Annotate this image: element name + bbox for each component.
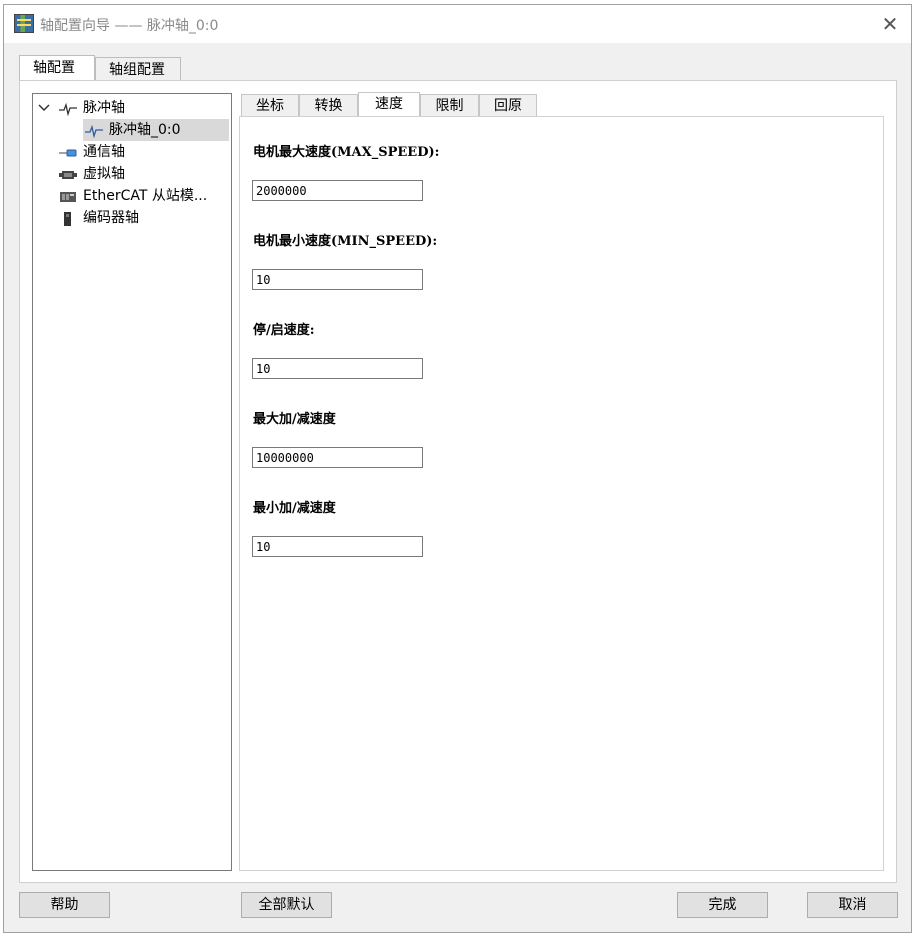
- tree-item-virtual-axis[interactable]: 虚拟轴: [59, 163, 229, 185]
- button-label: 取消: [838, 897, 867, 913]
- tab-homing[interactable]: 回原: [479, 94, 537, 116]
- min-speed-label: 电机最小速度(MIN_SPEED):: [253, 234, 438, 249]
- tab-limits[interactable]: 限制: [420, 94, 479, 116]
- axis-tree[interactable]: 脉冲轴 脉冲轴_0:0 通信轴 虚拟轴 EtherCAT 从站模... 编码器轴: [32, 93, 232, 871]
- pulse-wave-icon: [85, 123, 103, 139]
- title-bar: 轴配置向导 —— 脉冲轴_0:0 ✕: [4, 5, 911, 43]
- help-button[interactable]: 帮助: [19, 892, 110, 918]
- tab-axis-config[interactable]: 轴配置: [19, 55, 95, 81]
- tab-label: 轴配置: [33, 60, 75, 76]
- max-acceleration-input[interactable]: [252, 447, 423, 468]
- tree-item-comm-axis[interactable]: 通信轴: [59, 141, 229, 163]
- min-acceleration-input[interactable]: [252, 536, 423, 557]
- min-acceleration-label: 最小加/减速度: [253, 501, 336, 516]
- min-speed-input[interactable]: [252, 269, 423, 290]
- button-label: 帮助: [50, 897, 79, 913]
- start-stop-speed-input[interactable]: [252, 358, 423, 379]
- max-speed-label: 电机最大速度(MAX_SPEED):: [253, 145, 440, 160]
- chevron-down-icon[interactable]: [38, 99, 50, 121]
- tree-item-label: 编码器轴: [83, 210, 139, 226]
- encoder-icon: [59, 211, 77, 226]
- tab-label: 限制: [435, 98, 464, 114]
- finish-button[interactable]: 完成: [677, 892, 768, 918]
- max-speed-input[interactable]: [252, 180, 423, 201]
- tree-item-label: 脉冲轴: [83, 100, 125, 116]
- cancel-button[interactable]: 取消: [807, 892, 898, 918]
- config-wizard-window: 轴配置向导 —— 脉冲轴_0:0 ✕ 轴配置 轴组配置 脉冲轴 脉冲轴_0:0 …: [3, 4, 912, 933]
- pulse-wave-icon: [59, 101, 77, 117]
- axis-config-pane: 脉冲轴 脉冲轴_0:0 通信轴 虚拟轴 EtherCAT 从站模... 编码器轴…: [19, 80, 897, 883]
- tree-item-ethercat-slave[interactable]: EtherCAT 从站模...: [59, 185, 229, 207]
- tab-label: 转换: [314, 98, 343, 114]
- close-icon: ✕: [881, 12, 899, 36]
- speed-settings-pane: 电机最大速度(MAX_SPEED): 电机最小速度(MIN_SPEED): 停/…: [239, 116, 884, 871]
- tab-label: 坐标: [256, 98, 284, 114]
- tab-label: 速度: [375, 96, 403, 112]
- button-label: 完成: [708, 897, 737, 913]
- tree-item-label: EtherCAT 从站模...: [83, 188, 208, 204]
- start-stop-speed-label: 停/启速度:: [253, 323, 315, 338]
- all-default-button[interactable]: 全部默认: [241, 892, 332, 918]
- button-label: 全部默认: [258, 897, 315, 913]
- tree-item-label: 脉冲轴_0:0: [109, 122, 181, 138]
- tab-label: 回原: [494, 98, 522, 114]
- tree-item-label: 虚拟轴: [83, 166, 125, 182]
- tab-axis-group-config[interactable]: 轴组配置: [95, 57, 181, 81]
- tab-label: 轴组配置: [109, 62, 165, 78]
- tree-item-pulse-axis[interactable]: 脉冲轴: [33, 97, 229, 119]
- window-title: 轴配置向导 —— 脉冲轴_0:0: [40, 18, 219, 34]
- tree-item-label: 通信轴: [83, 144, 125, 160]
- tree-item-pulse-axis-0-0[interactable]: 脉冲轴_0:0: [83, 119, 229, 141]
- max-acceleration-label: 最大加/减速度: [253, 412, 336, 427]
- tab-conversion[interactable]: 转换: [299, 94, 358, 116]
- tree-item-encoder-axis[interactable]: 编码器轴: [59, 207, 229, 229]
- app-icon: [14, 14, 34, 33]
- ethercat-device-icon: [59, 189, 77, 203]
- plug-connector-icon: [59, 145, 77, 159]
- close-button[interactable]: ✕: [877, 11, 903, 37]
- tab-coordinates[interactable]: 坐标: [241, 94, 299, 116]
- virtual-motor-icon: [59, 167, 77, 181]
- tab-speed[interactable]: 速度: [358, 92, 420, 117]
